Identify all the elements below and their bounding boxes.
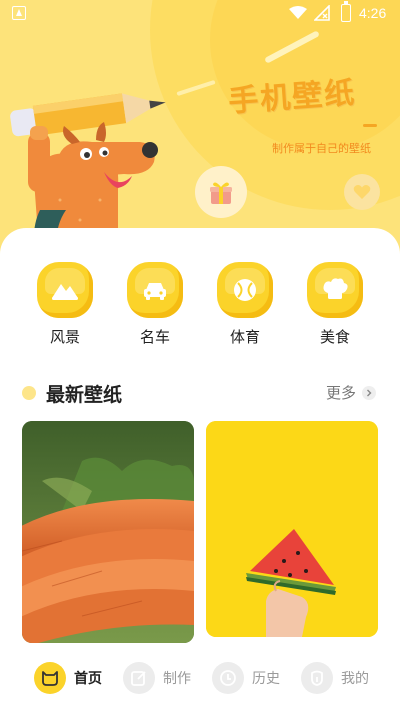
- nav-label: 首页: [74, 671, 102, 687]
- favorite-button[interactable]: [344, 174, 380, 210]
- chef-hat-icon: [323, 278, 348, 299]
- bottom-nav: 首页 制作 历史 我的: [0, 650, 400, 711]
- watermelon-image: [206, 421, 378, 637]
- nav-history[interactable]: 历史: [212, 661, 280, 695]
- category-label: 美食: [319, 328, 350, 346]
- content-sheet: 风景 名车 体育 美食 最新壁纸 更多: [0, 228, 400, 711]
- wallpaper-card-watermelon[interactable]: [206, 421, 378, 637]
- status-bar: 4:26: [0, 0, 400, 28]
- latest-section-header: 最新壁纸 更多: [22, 380, 378, 406]
- hero-banner: 4:26 手机壁纸 制作属于自己的壁纸: [0, 0, 400, 262]
- category-cars[interactable]: 名车: [120, 262, 190, 347]
- chevron-right-icon: [362, 385, 376, 400]
- gift-icon: [210, 182, 232, 204]
- more-link[interactable]: 更多: [326, 382, 376, 403]
- section-title: 最新壁纸: [46, 384, 123, 406]
- nav-label: 历史: [252, 671, 280, 687]
- category-row: 风景 名车 体育 美食: [0, 262, 400, 352]
- category-scenery[interactable]: 风景: [30, 262, 100, 347]
- hero-title: 手机壁纸: [227, 75, 358, 120]
- category-icon-bg: [37, 262, 93, 318]
- category-sports[interactable]: 体育: [210, 262, 280, 347]
- category-icon-bg: [127, 262, 183, 318]
- wifi-icon: [289, 6, 307, 19]
- mountain-icon: [52, 284, 78, 300]
- edit-icon: [123, 662, 155, 694]
- gift-button[interactable]: [195, 166, 247, 218]
- notification-icon: [12, 6, 26, 20]
- nav-profile[interactable]: 我的: [301, 661, 369, 695]
- category-label: 体育: [229, 328, 260, 346]
- heart-icon: [353, 185, 371, 199]
- carrots-image: [22, 421, 194, 643]
- hero-title-underline: [363, 124, 377, 127]
- nav-label: 制作: [163, 671, 191, 687]
- nav-label: 我的: [341, 671, 369, 687]
- car-icon: [144, 283, 166, 300]
- nav-create[interactable]: 制作: [123, 661, 191, 695]
- category-label: 名车: [139, 328, 170, 346]
- ball-icon: [234, 279, 256, 301]
- nav-home[interactable]: 首页: [34, 661, 102, 695]
- clock-icon: [212, 662, 244, 694]
- category-icon-bg: [307, 262, 363, 318]
- section-dot-icon: [22, 386, 36, 400]
- profile-icon: [301, 662, 333, 694]
- signal-off-icon: [314, 5, 330, 21]
- wallpaper-grid: [22, 421, 378, 643]
- wallpaper-card-carrots[interactable]: [22, 421, 194, 643]
- more-label: 更多: [325, 384, 356, 402]
- cat-icon: [34, 662, 66, 694]
- status-time: 4:26: [359, 5, 387, 21]
- battery-charging-icon: [341, 1, 351, 22]
- category-label: 风景: [49, 328, 80, 346]
- hero-subtitle: 制作属于自己的壁纸: [272, 142, 371, 155]
- category-food[interactable]: 美食: [300, 262, 370, 347]
- category-icon-bg: [217, 262, 273, 318]
